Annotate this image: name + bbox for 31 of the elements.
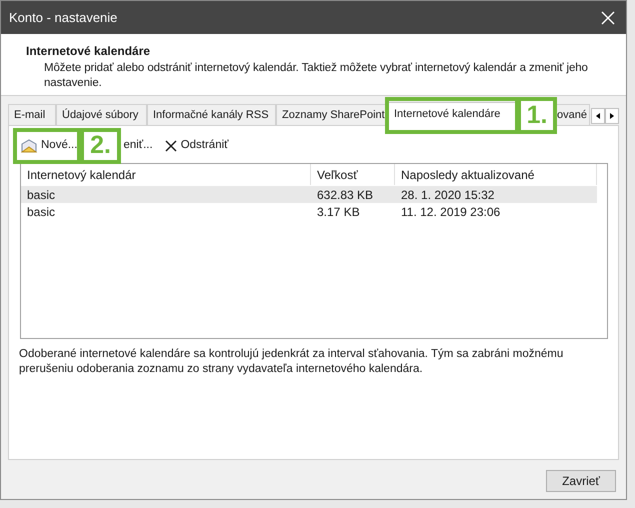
delete-button[interactable]: Odstrániť — [162, 135, 230, 157]
tab[interactable]: Zoznamy SharePoint — [276, 104, 387, 125]
table-cell-text: basic — [26, 204, 56, 220]
edit-button[interactable]: eniť... — [121, 135, 155, 157]
new-button[interactable]: Nové... — [19, 135, 80, 157]
tab[interactable]: Internetové kalendáre — [387, 102, 516, 126]
header-title: Internetové kalendáre — [26, 43, 152, 60]
table-cell-text: 11. 12. 2019 23:06 — [400, 204, 502, 220]
table-cell-text: basic — [26, 186, 56, 204]
column-header[interactable]: Veľkosť — [311, 164, 395, 185]
delete-icon — [164, 140, 177, 152]
tab[interactable]: ované — [554, 104, 590, 125]
window-title: Konto - nastavenie — [9, 8, 118, 27]
header-description: Môžete pridať alebo odstrániť internetový kalendár. Taktiež môžete vybrať internetový kalendár a zmeniť jeho nastavenie. — [43, 61, 589, 91]
step-label: 2. — [80, 128, 121, 164]
tab[interactable]: Údajové súbory — [56, 104, 147, 125]
table-cell-text: 28. 1. 2020 15:32 — [400, 186, 496, 204]
table-cell-text: 632.83 KB — [316, 186, 374, 204]
close-icon[interactable] — [600, 10, 616, 26]
scroll-left-icon[interactable] — [591, 108, 605, 124]
tab[interactable]: E-mail — [8, 104, 56, 125]
table-row[interactable]: basic 3.17 KB 11. 12. 2019 23:06 — [21, 203, 597, 220]
tab[interactable]: Informačné kanály RSS — [147, 104, 276, 125]
envelope-icon — [21, 139, 37, 153]
step-label: 1. — [517, 97, 557, 134]
scroll-right-icon[interactable] — [605, 108, 619, 124]
close-button[interactable]: Zavrieť — [546, 470, 616, 492]
info-note: Odoberané internetové kalendáre sa kontrolujú jedenkrát za interval sťahovania. Tým sa zabráni možnému prerušeniu odoberania zoznamu zo strany vydavateľa internetového kalendára. — [19, 347, 564, 377]
table-row[interactable]: basic 632.83 KB 28. 1. 2020 15:32 — [21, 186, 597, 203]
column-header[interactable]: Naposledy aktualizované — [395, 164, 597, 185]
table-cell-text: 3.17 KB — [316, 204, 361, 220]
